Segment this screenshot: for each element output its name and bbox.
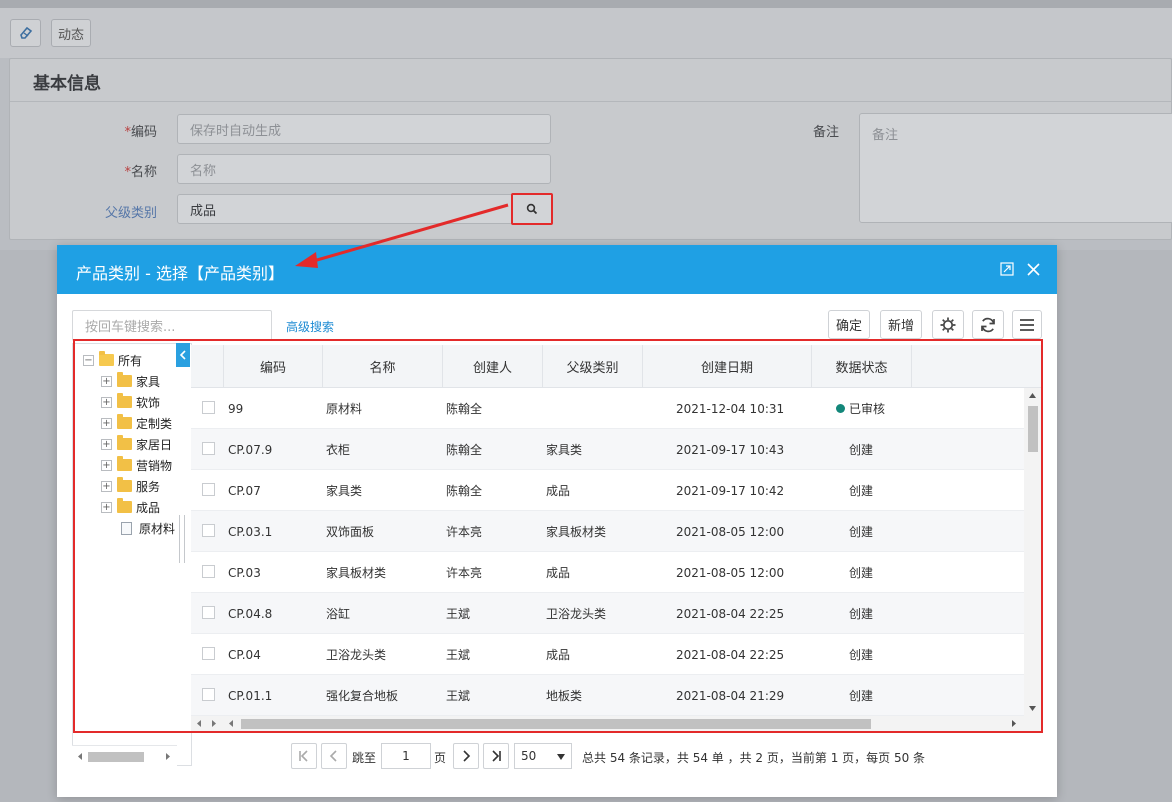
annotation-arrow [295,203,509,268]
